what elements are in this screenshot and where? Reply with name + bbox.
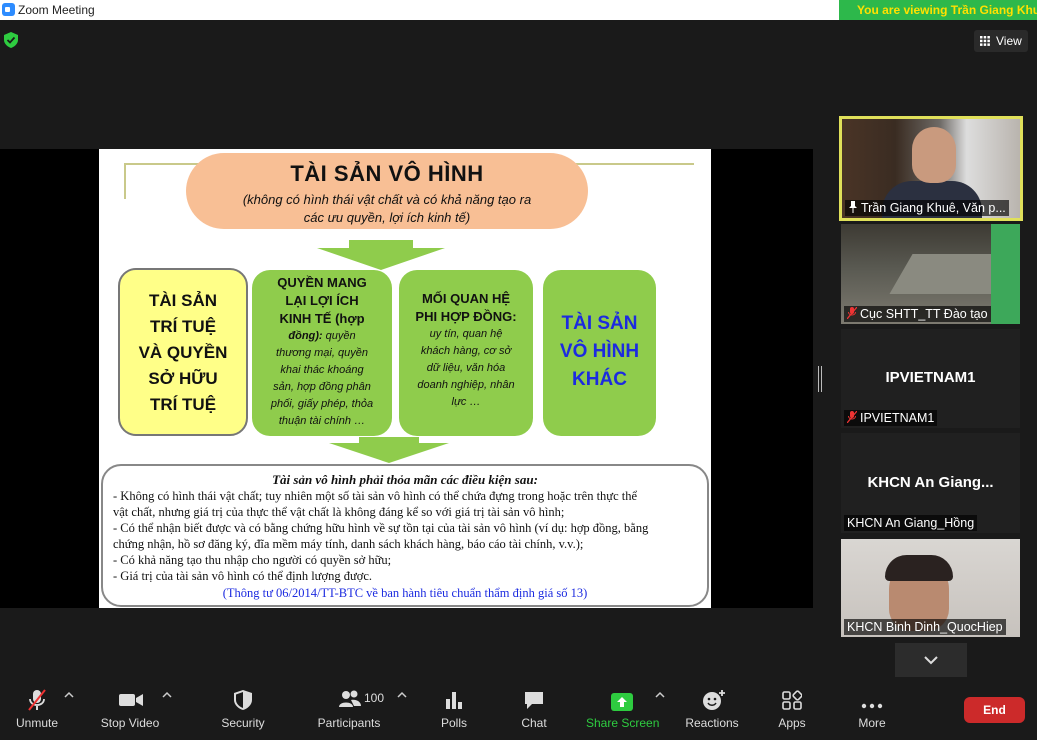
down-arrow-shape (329, 437, 449, 463)
meeting-toolbar: Unmute Stop Video Security 100 Participa… (0, 681, 1037, 740)
panel-resize-handle[interactable] (818, 366, 823, 392)
participant-name: KHCN An Giang_Hồng (847, 516, 975, 530)
condition-line: chứng nhận, hồ sơ đăng ký, đĩa mềm máy t… (113, 537, 584, 551)
slide-title: TÀI SẢN VÔ HÌNH (290, 161, 484, 186)
unmute-label: Unmute (15, 716, 59, 730)
participants-button[interactable]: 100 Participants (314, 681, 384, 740)
participant-tile[interactable]: Cục SHTT_TT Đào tạo (841, 224, 1020, 324)
condition-line: vật chất, nhưng giá trị của thực thể vật… (113, 505, 565, 519)
participant-tile[interactable]: IPVIETNAM1 IPVIETNAM1 (841, 329, 1020, 428)
window-title: Zoom Meeting (18, 3, 95, 17)
chevron-up-icon (397, 691, 407, 698)
category-box-ip: TÀI SẢN TRÍ TUỆ VÀ QUYỀN SỞ HỮU TRÍ TUỆ (118, 268, 248, 436)
viewing-banner[interactable]: You are viewing Trần Giang Khuê's screen (839, 0, 1037, 20)
chevron-up-icon (64, 691, 74, 698)
participant-tile[interactable]: KHCN Binh Dinh_QuocHiep (841, 539, 1020, 637)
slide-title-box: TÀI SẢN VÔ HÌNH (không có hình thái vật … (186, 153, 588, 229)
condition-line: - Giá trị của tài sản vô hình có thể địn… (113, 569, 373, 583)
chevron-up-icon (162, 691, 172, 698)
pin-icon (849, 201, 857, 213)
share-options-button[interactable] (653, 681, 667, 740)
stop-video-button[interactable]: Stop Video (97, 681, 163, 740)
more-button[interactable]: More (850, 681, 894, 740)
chevron-up-icon (655, 691, 665, 698)
participants-icon (339, 690, 361, 707)
apps-label: Apps (778, 716, 806, 730)
audio-options-button[interactable] (62, 681, 76, 740)
condition-line: - Không có hình thái vật chất; tuy nhiên… (113, 489, 638, 503)
scroll-down-button[interactable] (895, 643, 967, 677)
participant-name: KHCN Binh Dinh_QuocHiep (847, 620, 1003, 634)
category-box-other: TÀI SẢN VÔ HÌNH KHÁC (543, 270, 656, 436)
end-meeting-button[interactable]: End (964, 697, 1025, 723)
polls-button[interactable]: Polls (432, 681, 476, 740)
mic-muted-icon (847, 411, 857, 423)
reactions-label: Reactions (685, 716, 739, 730)
participants-options-button[interactable] (395, 681, 409, 740)
category-box-contracts: QUYỀN MANG LẠI LỢI ÍCH KINH TẾ (hợp đồng… (252, 270, 392, 436)
participant-tile[interactable]: KHCN An Giang... KHCN An Giang_Hồng (841, 433, 1020, 533)
more-dots-icon (861, 703, 883, 709)
down-arrow-shape (317, 240, 445, 270)
security-button[interactable]: Security (214, 681, 272, 740)
conditions-heading: Tài sản vô hình phải thỏa mãn các điều k… (272, 472, 538, 487)
share-screen-icon (611, 693, 633, 711)
participant-display-name: IPVIETNAM1 (885, 369, 976, 386)
polls-label: Polls (440, 716, 467, 730)
slide-subtitle: (không có hình thái vật chất và có khả n… (242, 192, 532, 225)
slide-decor-line (124, 163, 126, 199)
participants-count: 100 (364, 691, 385, 705)
chat-label: Chat (521, 716, 547, 730)
shared-slide: TÀI SẢN VÔ HÌNH (không có hình thái vật … (99, 149, 711, 608)
participant-name: Cục SHTT_TT Đào tạo (860, 307, 988, 321)
grid-view-icon (980, 36, 990, 46)
share-screen-label: Share Screen (586, 716, 660, 730)
video-options-button[interactable] (160, 681, 174, 740)
mic-muted-icon (28, 689, 46, 711)
apps-icon (782, 690, 802, 710)
apps-button[interactable]: Apps (770, 681, 814, 740)
participant-display-name: KHCN An Giang... (867, 474, 994, 491)
participant-name: Trần Giang Khuê, Văn p... (861, 201, 1006, 215)
emoji-add-icon (703, 690, 725, 710)
chevron-down-icon (924, 656, 938, 665)
participant-name: IPVIETNAM1 (860, 411, 935, 425)
more-label: More (858, 716, 886, 730)
security-label: Security (221, 716, 265, 730)
condition-line: - Có thể nhận biết được và có bằng chứng… (113, 521, 649, 535)
stop-video-label: Stop Video (100, 716, 160, 730)
bar-chart-icon (446, 692, 462, 709)
unmute-button[interactable]: Unmute (8, 681, 66, 740)
chat-button[interactable]: Chat (512, 681, 556, 740)
conditions-box: Tài sản vô hình phải thỏa mãn các điều k… (101, 464, 709, 607)
view-button-label: View (996, 34, 1022, 48)
video-camera-icon (119, 694, 143, 706)
participants-label: Participants (317, 716, 381, 730)
condition-line: - Có khả năng tạo thu nhập cho người có … (113, 553, 392, 567)
encryption-shield-icon[interactable] (4, 32, 18, 48)
category-box-relations: MỐI QUAN HỆ PHI HỢP ĐỒNG: uy tín, quan h… (399, 270, 533, 436)
source-citation: (Thông tư 06/2014/TT-BTC về ban hành tiê… (222, 586, 588, 600)
reactions-button[interactable]: Reactions (683, 681, 741, 740)
view-button[interactable]: View (974, 30, 1028, 52)
chat-bubble-icon (525, 692, 543, 709)
shield-icon (234, 690, 252, 710)
zoom-app-icon (2, 3, 15, 16)
mic-muted-icon (847, 307, 857, 319)
participant-tile-active-speaker[interactable]: Trần Giang Khuê, Văn p... (839, 116, 1023, 221)
share-screen-button[interactable]: Share Screen (586, 681, 660, 740)
